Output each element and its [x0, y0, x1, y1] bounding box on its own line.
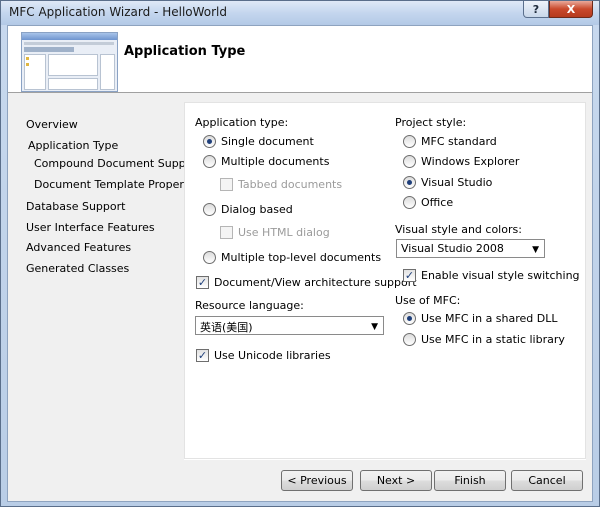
resource-language-label: Resource language: — [195, 299, 304, 312]
radio-multiple-documents[interactable]: Multiple documents — [203, 155, 329, 168]
checkbox-label: Tabbed documents — [238, 178, 343, 191]
nav-item-generated-classes[interactable]: Generated Classes — [26, 262, 129, 275]
radio-dialog-based[interactable]: Dialog based — [203, 203, 293, 216]
help-button[interactable]: ? — [523, 1, 549, 18]
radio-multiple-top-level[interactable]: Multiple top-level documents — [203, 251, 381, 264]
checkbox-label: Document/View architecture support — [214, 276, 417, 289]
checkbox-indicator[interactable]: ✓ — [196, 276, 209, 289]
title-buttons: ? X — [523, 1, 593, 19]
radio-label: Office — [421, 196, 454, 209]
project-style-label: Project style: — [395, 116, 467, 129]
radio-indicator[interactable] — [403, 333, 416, 346]
checkbox-unicode[interactable]: ✓ Use Unicode libraries — [196, 349, 331, 362]
nav-item-application-type[interactable]: Application Type — [28, 139, 118, 152]
radio-label: Multiple documents — [221, 155, 330, 168]
radio-single-document[interactable]: Single document — [203, 135, 314, 148]
nav-item-compound-document[interactable]: Compound Document Support — [34, 157, 201, 170]
radio-indicator[interactable] — [203, 155, 216, 168]
radio-mfc-standard[interactable]: MFC standard — [403, 135, 497, 148]
radio-label: Use MFC in a shared DLL — [421, 312, 558, 325]
checkbox-html-dialog: Use HTML dialog — [220, 226, 330, 239]
nav-item-ui-features[interactable]: User Interface Features — [26, 221, 155, 234]
nav-item-overview[interactable]: Overview — [26, 118, 78, 131]
window-title: MFC Application Wizard - HelloWorld — [9, 5, 228, 19]
title-bar[interactable]: MFC Application Wizard - HelloWorld ? X — [1, 1, 599, 25]
finish-button[interactable]: Finish — [434, 470, 506, 491]
radio-indicator[interactable] — [403, 312, 416, 325]
radio-indicator[interactable] — [403, 135, 416, 148]
radio-label: MFC standard — [421, 135, 497, 148]
checkbox-label: Use HTML dialog — [238, 226, 330, 239]
radio-indicator[interactable] — [203, 135, 216, 148]
nav-item-database-support[interactable]: Database Support — [26, 200, 125, 213]
page-title: Application Type — [124, 44, 246, 59]
visual-style-select[interactable]: Visual Studio 2008 ▼ — [396, 239, 545, 258]
radio-windows-explorer[interactable]: Windows Explorer — [403, 155, 519, 168]
radio-label: Multiple top-level documents — [221, 251, 382, 264]
chevron-down-icon: ▼ — [371, 322, 378, 332]
radio-visual-studio[interactable]: Visual Studio — [403, 176, 492, 189]
radio-label: Dialog based — [221, 203, 293, 216]
checkbox-label: Enable visual style switching — [421, 269, 580, 282]
wizard-client: Application Type Overview Application Ty… — [7, 25, 593, 502]
radio-label: Visual Studio — [421, 176, 493, 189]
chevron-down-icon: ▼ — [532, 245, 539, 255]
resource-language-select[interactable]: 英语(美国) ▼ — [195, 316, 384, 335]
footer-divider — [184, 459, 586, 460]
app-preview-icon — [21, 32, 118, 92]
previous-button[interactable]: < Previous — [281, 470, 353, 491]
app-type-label: Application type: — [195, 116, 289, 129]
mfc-use-label: Use of MFC: — [395, 294, 461, 307]
radio-label: Single document — [221, 135, 314, 148]
wizard-header: Application Type — [8, 26, 592, 93]
visual-style-value: Visual Studio 2008 — [401, 242, 504, 255]
radio-office[interactable]: Office — [403, 196, 453, 209]
checkbox-visual-style-switching[interactable]: ✓ Enable visual style switching — [403, 269, 580, 282]
checkbox-tabbed-documents: Tabbed documents — [220, 178, 342, 191]
radio-indicator[interactable] — [403, 155, 416, 168]
radio-mfc-static[interactable]: Use MFC in a static library — [403, 333, 565, 346]
next-button[interactable]: Next > — [360, 470, 432, 491]
wizard-window: MFC Application Wizard - HelloWorld ? X … — [0, 0, 600, 507]
radio-indicator[interactable] — [403, 176, 416, 189]
resource-language-value: 英语(美国) — [200, 321, 253, 334]
radio-mfc-shared[interactable]: Use MFC in a shared DLL — [403, 312, 558, 325]
cancel-button[interactable]: Cancel — [511, 470, 583, 491]
radio-indicator[interactable] — [403, 196, 416, 209]
checkbox-indicator[interactable]: ✓ — [196, 349, 209, 362]
visual-style-label: Visual style and colors: — [395, 223, 522, 236]
wizard-nav: Overview Application Type Compound Docum… — [8, 94, 204, 502]
checkbox-indicator — [220, 226, 233, 239]
checkbox-indicator — [220, 178, 233, 191]
radio-label: Use MFC in a static library — [421, 333, 565, 346]
radio-label: Windows Explorer — [421, 155, 520, 168]
radio-indicator[interactable] — [203, 203, 216, 216]
nav-item-document-template[interactable]: Document Template Properties — [34, 178, 204, 191]
checkbox-label: Use Unicode libraries — [214, 349, 331, 362]
radio-indicator[interactable] — [203, 251, 216, 264]
checkbox-doc-view[interactable]: ✓ Document/View architecture support — [196, 276, 417, 289]
close-button[interactable]: X — [549, 1, 593, 18]
nav-item-advanced-features[interactable]: Advanced Features — [26, 241, 131, 254]
checkbox-indicator[interactable]: ✓ — [403, 269, 416, 282]
